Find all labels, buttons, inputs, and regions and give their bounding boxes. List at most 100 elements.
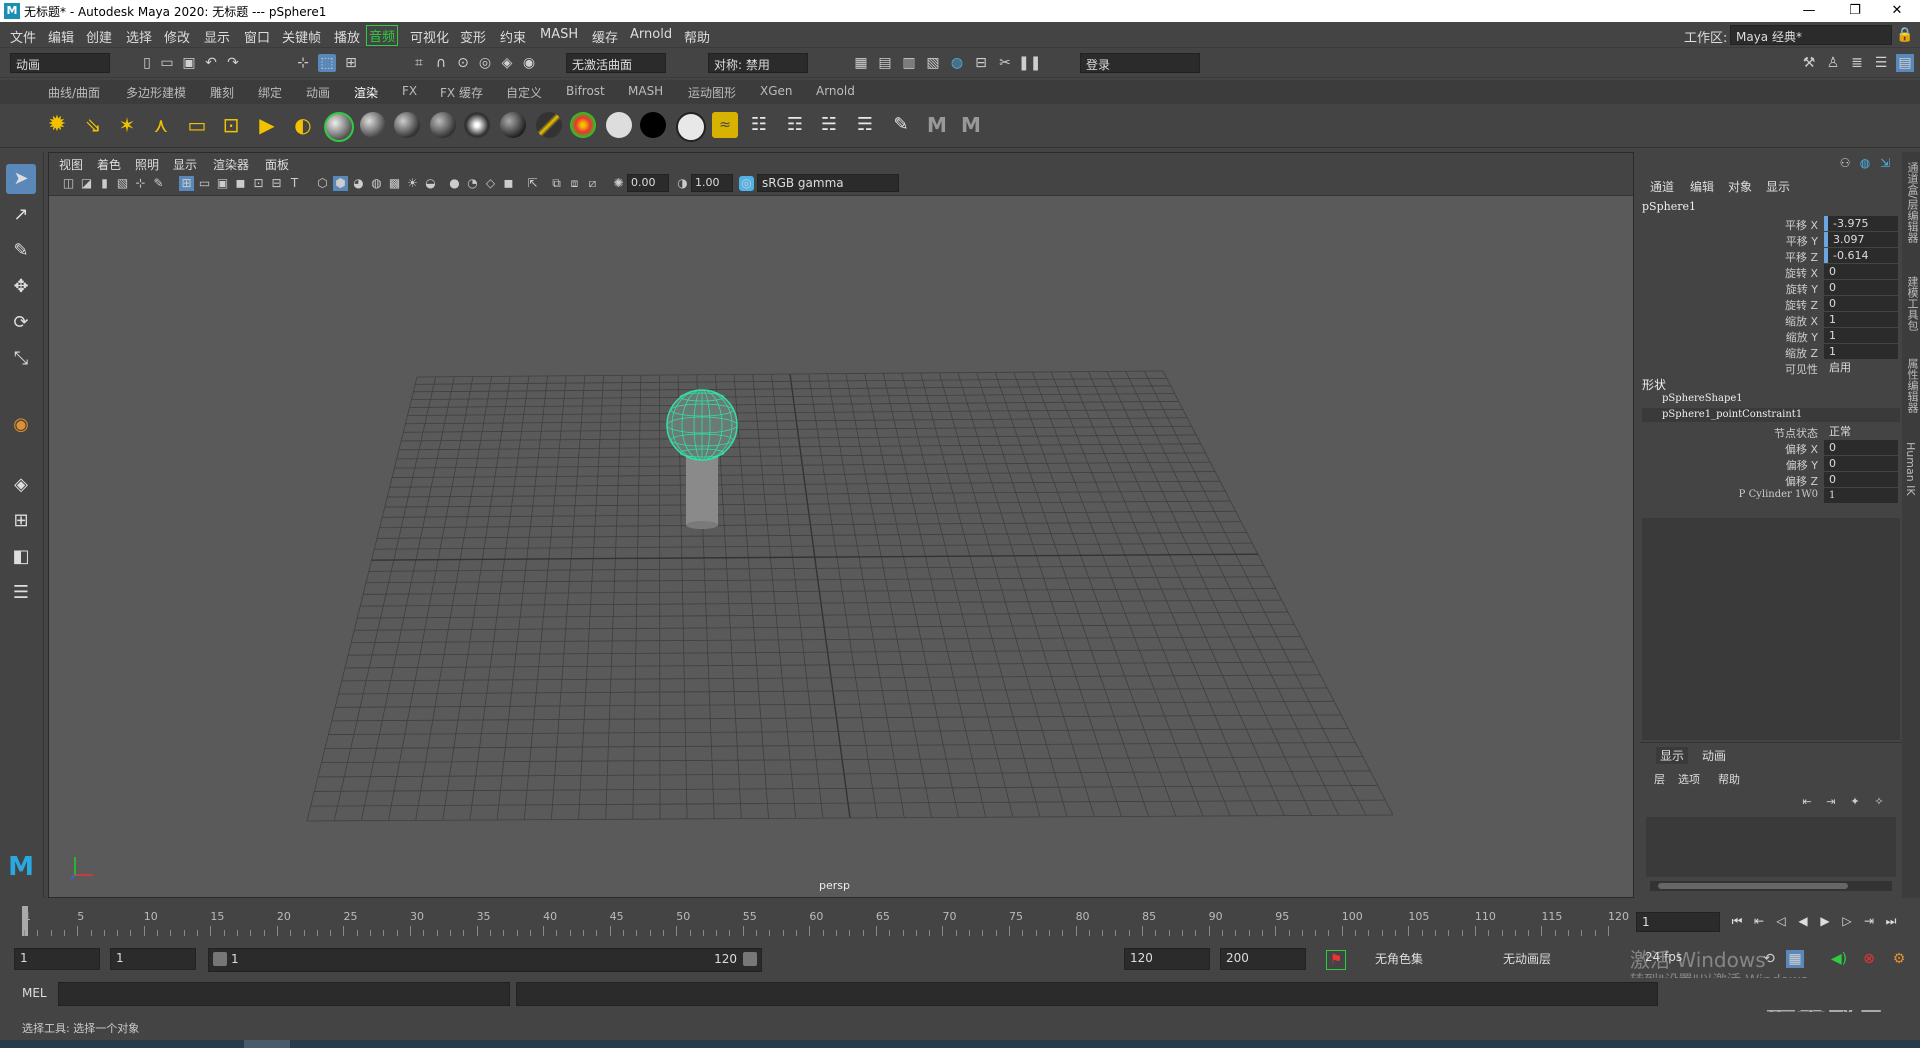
selected-object-name[interactable]: pSphere1	[1642, 200, 1696, 213]
anim-layer-dropdown[interactable]: 无动画层	[1498, 948, 1618, 970]
render-layer-icon[interactable]: ☷	[746, 112, 772, 138]
anisotropic-material-icon[interactable]	[464, 112, 490, 138]
layer-menu-options[interactable]: 选项	[1678, 771, 1700, 787]
point-light-icon[interactable]: ✶	[114, 112, 140, 138]
textured-icon[interactable]: ▩	[387, 176, 402, 191]
current-frame-field[interactable]: 1	[1636, 912, 1720, 932]
menu-playback[interactable]: 播放	[334, 27, 360, 46]
render-pass-icon[interactable]: ☶	[782, 112, 808, 138]
attr-rotate-z[interactable]: 旋转 Z0	[1640, 296, 1902, 312]
channel-menu-object[interactable]: 对象	[1728, 178, 1752, 195]
move-layer-down-icon[interactable]: ⇥	[1822, 793, 1840, 811]
layer-tab-display[interactable]: 显示	[1656, 747, 1689, 764]
batch-render-icon[interactable]: ☵	[816, 112, 842, 138]
shelf-tab-motion-graphics[interactable]: 运动图形	[688, 84, 736, 101]
image-plane-icon[interactable]: ▧	[115, 176, 130, 191]
channel-box-layout-icon[interactable]: ⚇	[1836, 154, 1854, 172]
menu-display[interactable]: 显示	[204, 27, 230, 46]
menu-visualize[interactable]: 可视化	[410, 27, 449, 46]
restore-button[interactable]: ❐	[1832, 0, 1878, 22]
paint-select-tool-icon[interactable]: ✎	[6, 236, 36, 266]
phonge-material-icon[interactable]	[430, 112, 456, 138]
phong-material-icon[interactable]	[394, 112, 420, 138]
shelf-tab-sculpt[interactable]: 雕刻	[210, 84, 234, 101]
attr-scale-x[interactable]: 缩放 X1	[1640, 312, 1902, 328]
hair-tube-shader-icon[interactable]	[676, 112, 706, 142]
channel-box-pin-icon[interactable]: ⇲	[1876, 154, 1894, 172]
safe-title-icon[interactable]: T	[287, 176, 302, 191]
scene-view[interactable]	[49, 195, 1633, 897]
exposure-field[interactable]: 0.00	[627, 174, 669, 192]
snap-surface-icon[interactable]: ◈	[498, 54, 516, 72]
attr-offset-y[interactable]: 偏移 Y0	[1640, 456, 1902, 472]
login-dropdown[interactable]: 登录	[1080, 53, 1200, 73]
anti-aliasing-icon[interactable]: ◇	[483, 176, 498, 191]
shelf-tab-arnold[interactable]: Arnold	[816, 84, 855, 98]
resolution-gate-icon[interactable]: ▣	[215, 176, 230, 191]
time-ruler[interactable]: 1510152025303540455055606570758085909510…	[22, 904, 1630, 938]
view-transform-dropdown[interactable]: sRGB gamma	[757, 174, 899, 192]
xray-joints-icon[interactable]: ⧄	[585, 176, 600, 191]
snap-view-icon[interactable]: ◎	[476, 54, 494, 72]
gamma-icon[interactable]: ◑	[675, 176, 690, 191]
side-tab-human-ik[interactable]: Human IK	[1904, 442, 1917, 496]
shelf-tab-bifrost[interactable]: Bifrost	[566, 84, 605, 98]
film-gate-icon[interactable]: ▭	[197, 176, 212, 191]
attr-rotate-x[interactable]: 旋转 X0	[1640, 264, 1902, 280]
snap-point-icon[interactable]: ⊙	[454, 54, 472, 72]
shelf-tab-xgen[interactable]: XGen	[760, 84, 793, 98]
attr-translate-z[interactable]: 平移 Z -0.614	[1640, 248, 1902, 264]
move-tool-icon[interactable]: ✥	[6, 272, 36, 302]
blinn-material-icon[interactable]	[324, 112, 354, 142]
snap-curve-icon[interactable]: ∩	[432, 54, 450, 72]
shape-node-constraint[interactable]: pSphere1_pointConstraint1	[1662, 409, 1802, 420]
surface-shader-icon[interactable]	[606, 112, 632, 138]
attr-scale-z[interactable]: 缩放 Z1	[1640, 344, 1902, 360]
menu-deform[interactable]: 变形	[460, 27, 486, 46]
viewport-menu-renderer[interactable]: 渲染器	[213, 156, 249, 173]
animation-end-field[interactable]: 200	[1220, 948, 1306, 970]
select-object-icon[interactable]: ⬚	[318, 54, 336, 72]
light-editor-icon[interactable]: ✂	[996, 54, 1014, 72]
menu-create[interactable]: 创建	[86, 27, 112, 46]
directional-light-icon[interactable]: ⇘	[80, 112, 106, 138]
attr-translate-y[interactable]: 平移 Y 3.097	[1640, 232, 1902, 248]
range-slider-start-handle[interactable]	[213, 952, 227, 966]
snap-pivot-icon[interactable]: ◉	[520, 54, 538, 72]
viewport-menu-panels[interactable]: 面板	[265, 156, 289, 173]
use-all-lights-icon[interactable]: ☀	[405, 176, 420, 191]
mel-script-icon[interactable]: M	[958, 112, 984, 138]
use-background-icon[interactable]	[640, 112, 666, 138]
wireframe-icon[interactable]: ⬡	[315, 176, 330, 191]
layer-menu-layers[interactable]: 层	[1654, 771, 1665, 787]
safe-action-icon[interactable]: ⊟	[269, 176, 284, 191]
menu-windows[interactable]: 窗口	[244, 27, 270, 46]
area-light-icon[interactable]: ▭	[184, 112, 210, 138]
save-scene-icon[interactable]: ▣	[180, 54, 198, 72]
cylinder-object[interactable]	[686, 451, 718, 529]
exposure-icon[interactable]: ✺	[611, 176, 626, 191]
evaluation-icon[interactable]: ⊗	[1860, 950, 1878, 968]
hypershade-icon[interactable]: ◍	[948, 54, 966, 72]
attr-node-state[interactable]: 节点状态 正常	[1640, 424, 1902, 440]
viewport-menu-lighting[interactable]: 照明	[135, 156, 159, 173]
side-tab-modeling-toolkit[interactable]: 建模工具包	[1904, 276, 1920, 331]
cache-playback-icon[interactable]: ▦	[1786, 950, 1804, 968]
playback-end-field[interactable]: 120	[1124, 948, 1210, 970]
menu-edit[interactable]: 编辑	[48, 27, 74, 46]
shelf-tab-custom[interactable]: 自定义	[506, 84, 542, 101]
sphere-object[interactable]	[666, 389, 738, 461]
ambient-light-icon[interactable]: ✹	[44, 112, 70, 138]
step-back-frame-icon[interactable]: ◁	[1774, 914, 1788, 928]
channel-menu-channels[interactable]: 通道	[1650, 178, 1674, 195]
attribute-editor-icon[interactable]: ≣	[1848, 54, 1866, 72]
current-time-marker[interactable]	[22, 906, 28, 936]
render-sequence-icon[interactable]: ☴	[852, 112, 878, 138]
new-scene-icon[interactable]: ▯	[138, 54, 156, 72]
xray-icon[interactable]: ⧉	[549, 176, 564, 191]
scale-tool-icon[interactable]: ⤡	[6, 344, 36, 374]
menu-arnold[interactable]: Arnold	[630, 27, 672, 42]
xray-active-icon[interactable]: ⧈	[567, 176, 582, 191]
redo-icon[interactable]: ↷	[224, 54, 242, 72]
2d-pan-zoom-icon[interactable]: ⊹	[133, 176, 148, 191]
